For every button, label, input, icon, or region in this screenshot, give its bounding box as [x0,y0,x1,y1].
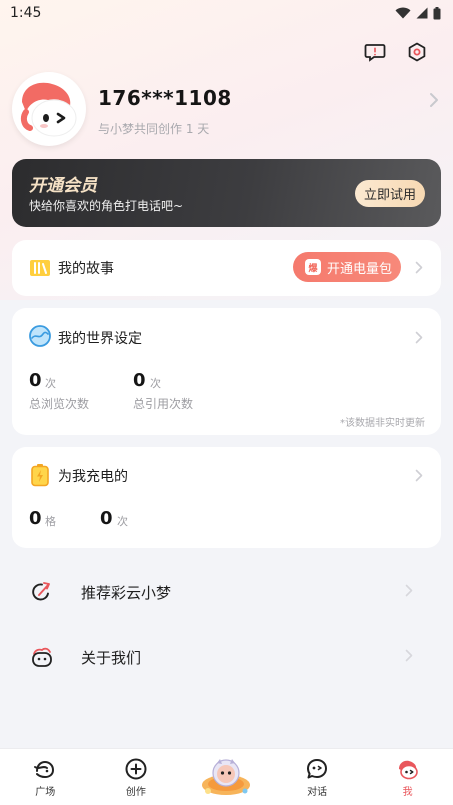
recommend-app-item[interactable]: 推荐彩云小梦 [12,566,441,618]
chevron-right-icon [430,93,438,107]
total-views-label: 总浏览次数 [29,397,90,411]
nav-label-create: 创作 [125,786,146,798]
total-references-unit: 次 [150,377,161,390]
nav-label-plaza: 广场 [35,786,56,798]
recommend-app-label: 推荐彩云小梦 [81,584,172,602]
nav-tab-mascot-center[interactable] [186,749,266,805]
signal-icon [416,7,428,19]
create-plus-icon [125,758,147,779]
charged-for-me-card[interactable]: 为我充电的 0 格 0 次 [12,447,441,548]
charge-times-value: 0 [100,508,113,529]
nav-tab-create[interactable]: 创作 [96,749,176,805]
charge-times-unit: 次 [117,515,128,528]
avatar[interactable] [12,72,86,146]
total-views-unit: 次 [45,377,56,390]
co-creation-days: 与小梦共同创作 1 天 [98,122,210,136]
battery-icon [433,6,441,19]
data-delay-note: *该数据非实时更新 [340,418,425,429]
world-settings-title: 我的世界设定 [58,331,142,347]
energy-badge-icon: 爆 [305,259,321,275]
chevron-right-icon [415,261,423,274]
chevron-right-icon [415,469,423,482]
chat-face-icon [307,758,328,778]
chevron-right-icon [405,584,413,597]
feedback-button[interactable] [363,40,387,64]
charged-for-me-title: 为我充电的 [58,469,128,485]
nav-tab-chat[interactable]: 对话 [277,749,357,805]
world-settings-card[interactable]: 我的世界设定 0 次 总浏览次数 0 次 总引用次数 *该数据非实时更新 [12,308,441,435]
nav-label-chat: 对话 [307,786,328,798]
battery-charge-icon [31,464,49,487]
settings-button[interactable] [405,40,429,64]
feedback-icon [364,44,386,62]
globe-icon [29,325,51,347]
try-now-button[interactable]: 立即试用 [355,180,425,207]
nav-tab-me[interactable]: 我 [368,749,448,805]
about-us-label: 关于我们 [81,649,142,667]
status-icons [395,6,441,20]
my-stories-title: 我的故事 [58,261,114,277]
total-views-value: 0 [29,370,42,391]
header-actions [363,40,429,64]
energy-button-label: 开通电量包 [327,261,393,277]
mascot-face-icon [32,647,52,667]
vip-title: 开通会员 [29,176,97,196]
settings-icon [408,42,426,62]
total-references-value: 0 [133,370,146,391]
my-stories-card[interactable]: 我的故事 爆 开通电量包 [12,240,441,296]
mascot-rocket-icon [202,759,251,795]
nav-label-me: 我 [402,786,413,798]
share-icon [32,582,50,601]
chevron-right-icon [415,331,423,344]
plaza-icon [34,760,55,778]
about-us-item[interactable]: 关于我们 [12,631,441,683]
charge-grid-value: 0 [29,508,42,529]
username: 176***1108 [98,86,232,110]
vip-banner[interactable]: 开通会员 快给你喜欢的角色打电话吧~ 立即试用 [12,159,441,227]
status-time: 1:45 [10,5,42,21]
open-energy-pack-button[interactable]: 爆 开通电量包 [293,252,401,282]
books-icon [30,260,50,276]
chevron-right-icon [405,649,413,662]
charge-grid-unit: 格 [45,515,56,528]
mascot-avatar-icon [20,82,77,137]
profile-header[interactable]: 176***1108 与小梦共同创作 1 天 [12,72,441,148]
nav-tab-plaza[interactable]: 广场 [5,749,85,805]
status-bar: 1:45 [0,0,453,26]
wifi-icon [395,7,411,19]
vip-subtitle: 快给你喜欢的角色打电话吧~ [29,199,184,213]
total-references-label: 总引用次数 [133,397,194,411]
bottom-navigation: 广场 创作 对话 我 [0,748,453,805]
me-mascot-icon [398,760,418,779]
